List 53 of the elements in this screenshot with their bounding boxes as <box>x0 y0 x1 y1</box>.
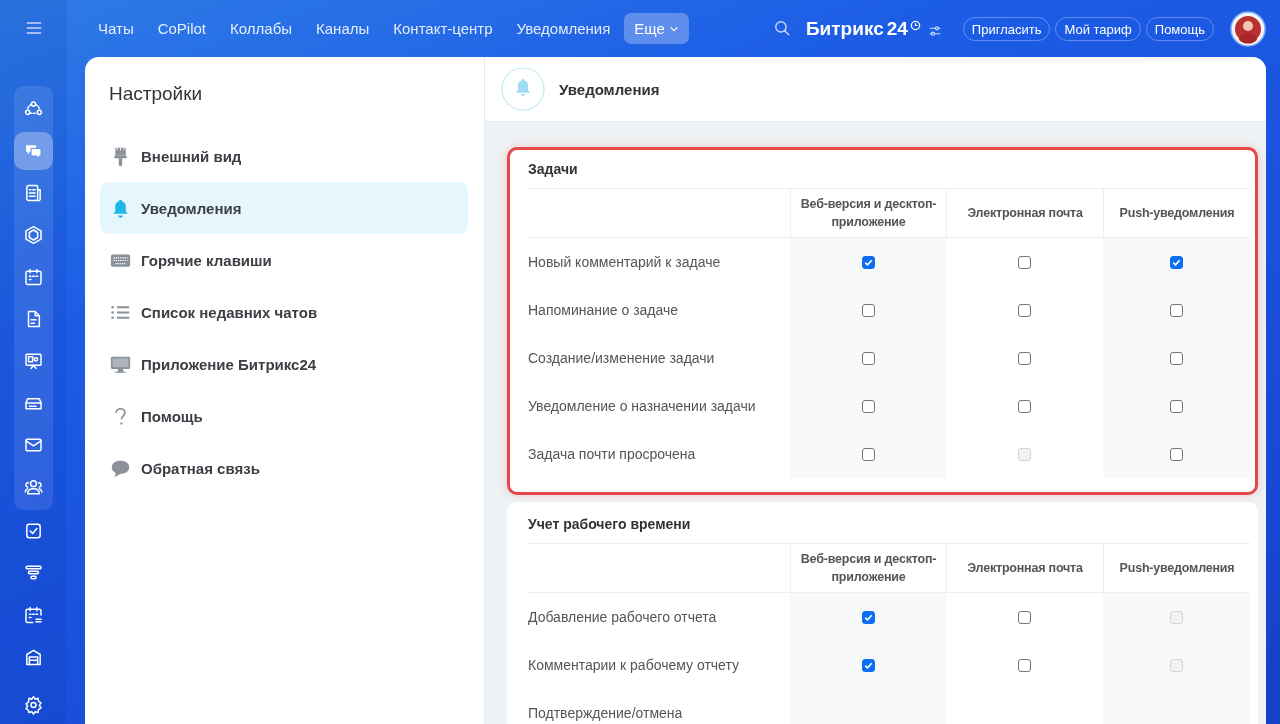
checkbox[interactable] <box>861 351 875 365</box>
checkbox[interactable] <box>861 255 875 269</box>
nav-tab[interactable]: Чаты <box>88 13 144 44</box>
column-header: Электронная почта <box>946 543 1103 593</box>
settings-menu-item[interactable]: Помощь <box>100 390 468 442</box>
checkbox[interactable] <box>1170 447 1183 461</box>
checkbox[interactable] <box>1170 351 1183 365</box>
row-label: Добавление рабочего отчета <box>528 608 718 627</box>
avatar[interactable] <box>1230 10 1266 47</box>
row-label: Новый комментарий к задаче <box>528 253 722 272</box>
nav-tab[interactable]: CoPilot <box>147 13 217 44</box>
chat-icon[interactable] <box>14 132 53 170</box>
checkbox[interactable] <box>1170 255 1183 269</box>
nav-tab[interactable]: Уведомления <box>506 13 621 44</box>
nav-tab[interactable]: Коллабы <box>220 13 302 44</box>
logo-number: 24 <box>886 17 908 40</box>
logo-text: Битрикс <box>805 17 884 40</box>
section-title: Учет рабочего времени <box>528 516 692 534</box>
row-label: Напоминание о задаче <box>528 301 680 320</box>
row-label: Уведомление о назначении задачи <box>528 397 757 416</box>
checkbox[interactable] <box>861 447 875 461</box>
checkbox[interactable] <box>861 610 875 624</box>
settings-menu-item[interactable]: Обратная связь <box>100 442 468 494</box>
bell-icon <box>501 67 545 111</box>
checkbox[interactable] <box>1018 351 1031 365</box>
section-title: Задачи <box>528 161 579 179</box>
row-label: Комментарии к рабочему отчету <box>528 656 740 675</box>
checkbox[interactable] <box>861 399 875 413</box>
clock-icon <box>909 19 921 31</box>
checkbox[interactable] <box>861 658 875 672</box>
checkbox[interactable] <box>1018 658 1031 672</box>
settings-title: Настройки <box>108 83 204 105</box>
settings-menu-item[interactable]: Приложение Битрикс24 <box>100 338 468 390</box>
column-header: Электронная почта <box>946 188 1103 238</box>
checkbox[interactable] <box>1018 255 1031 269</box>
settings-menu-item[interactable]: Уведомления <box>100 182 468 234</box>
nav-tab[interactable]: Каналы <box>306 13 380 44</box>
row-label: Подтверждение/отмена <box>528 704 684 723</box>
nav-tab[interactable]: Еще <box>624 13 689 44</box>
checkbox[interactable] <box>1018 399 1031 413</box>
search-icon[interactable] <box>772 19 792 38</box>
settings-menu-item[interactable]: Горячие клавиши <box>100 234 468 286</box>
checkbox[interactable] <box>1018 303 1031 317</box>
nav-tab[interactable]: Контакт-центр <box>383 13 503 44</box>
row-label: Создание/изменение задачи <box>528 349 716 368</box>
checkbox[interactable] <box>1170 399 1183 413</box>
checkbox[interactable] <box>861 303 875 317</box>
panel-title: Уведомления <box>559 80 660 98</box>
settings-menu-item[interactable]: Список недавних чатов <box>100 286 468 338</box>
checkbox[interactable] <box>1018 610 1031 624</box>
row-label: Задача почти просрочена <box>528 445 697 464</box>
checkbox[interactable] <box>1170 303 1183 317</box>
settings-menu-item[interactable]: Внешний вид <box>100 130 468 182</box>
